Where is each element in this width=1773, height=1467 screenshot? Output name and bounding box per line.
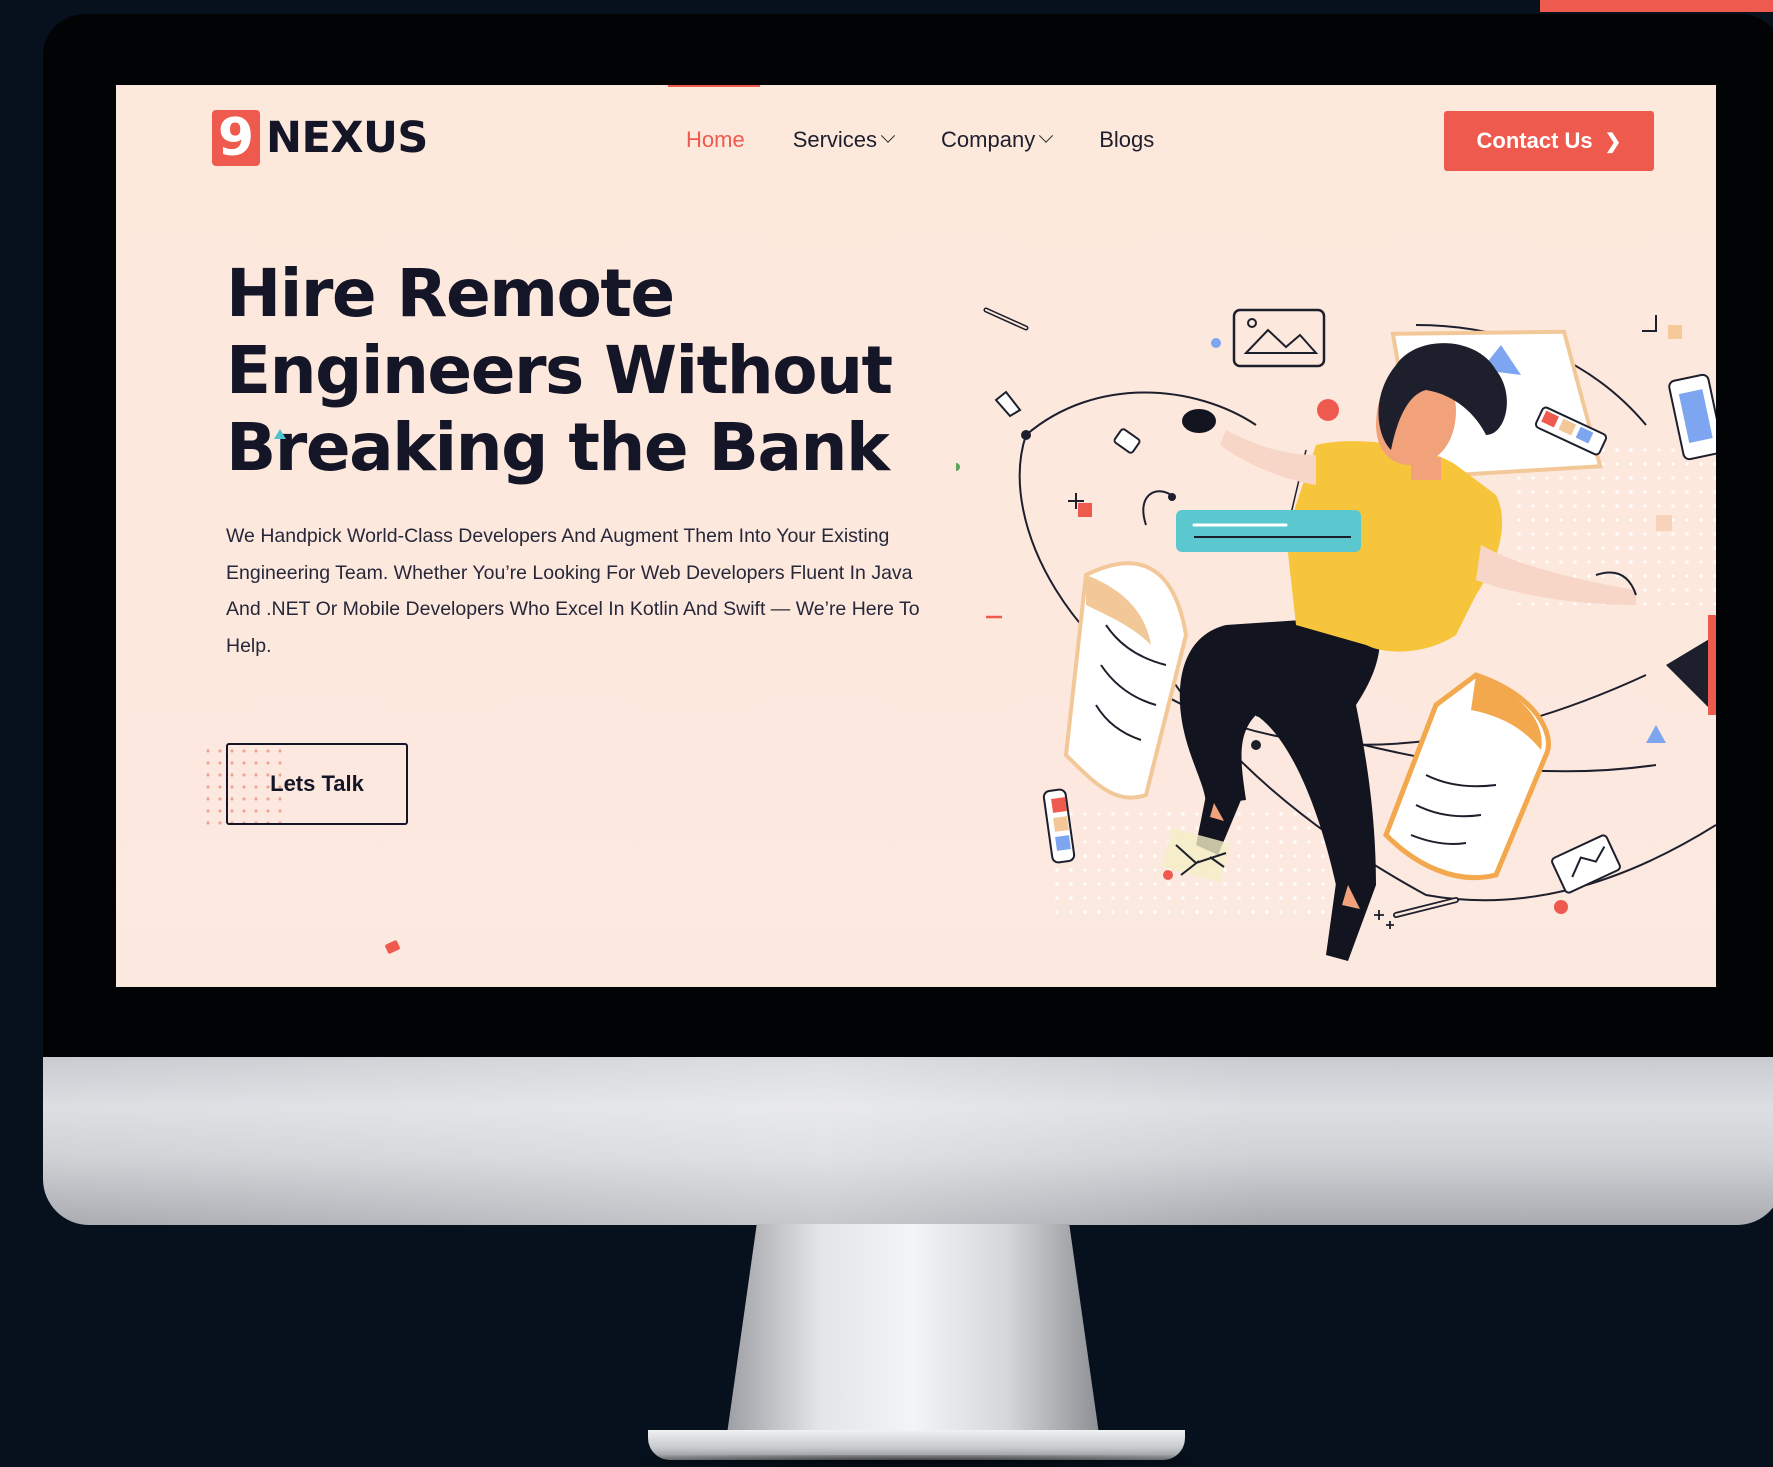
monitor-chin (43, 1057, 1773, 1225)
nav-item-home[interactable]: Home (668, 85, 760, 153)
contact-us-label: Contact Us (1476, 128, 1593, 153)
nav-item-services[interactable]: Services (792, 127, 896, 153)
chevron-right-icon: ❯ (1604, 130, 1622, 153)
nav-item-label: Company (941, 127, 1036, 152)
main-nav: Home Services Company Blogs (668, 85, 1202, 160)
hero-title-line: Hire Remote (226, 255, 675, 332)
hero-description: We Handpick World-Class Developers And A… (226, 525, 920, 657)
chevron-down-icon (1039, 128, 1054, 143)
developer-illustration-icon (956, 307, 1716, 961)
nav-item-company[interactable]: Company (941, 127, 1054, 153)
monitor-stand-neck (727, 1224, 1099, 1434)
contact-us-button[interactable]: Contact Us ❯ (1444, 111, 1654, 171)
logo-text: NEXUS (266, 113, 428, 163)
decorative-chip (384, 939, 401, 955)
hero-title-line: Breaking the Bank (226, 409, 890, 486)
decorative-triangle (274, 429, 286, 439)
chevron-down-icon (880, 128, 896, 143)
nav-item-label: Services (792, 127, 878, 152)
logo[interactable]: 9 NEXUS (212, 109, 428, 167)
logo-mark: 9 (212, 110, 260, 166)
lets-talk-button[interactable]: Lets Talk (226, 743, 408, 825)
active-nav-indicator (668, 85, 760, 87)
nav-item-label: Home (686, 127, 745, 152)
nav-item-label: Blogs (1099, 127, 1155, 152)
monitor-stand-shadow (640, 1455, 1193, 1467)
hero-title-line: Engineers Without (226, 332, 893, 409)
corner-accent (1540, 0, 1773, 12)
hero-title: Hire Remote Engineers Without Breaking t… (226, 255, 946, 486)
website-screen: 9 NEXUS Home Services Company Blogs Cont… (116, 85, 1716, 987)
nav-item-blogs[interactable]: Blogs (1099, 127, 1154, 153)
